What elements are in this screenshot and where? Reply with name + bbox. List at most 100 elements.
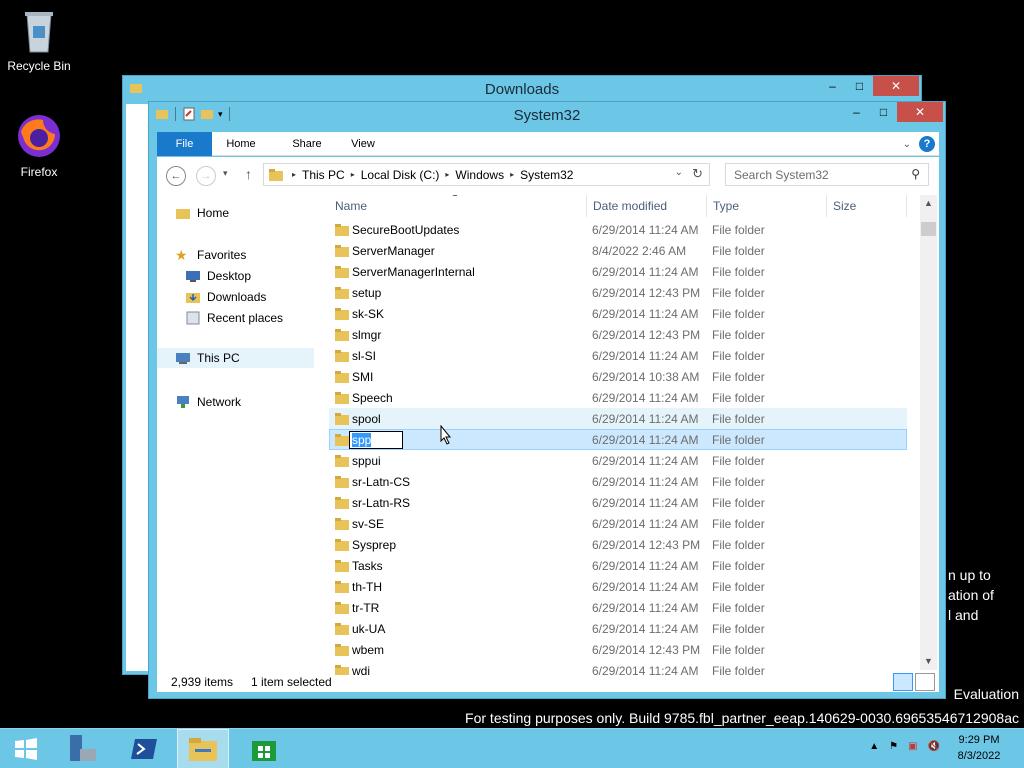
search-icon[interactable]: ⚲ xyxy=(911,167,920,181)
network-status-icon[interactable]: ▣ xyxy=(908,741,917,752)
volume-muted-icon[interactable]: 🔇 xyxy=(928,741,940,752)
tab-view[interactable]: View xyxy=(341,132,385,156)
file-row[interactable]: SecureBootUpdates 6/29/2014 11:24 AM File … xyxy=(329,219,907,240)
file-row[interactable]: Tasks 6/29/2014 11:24 AM File folder xyxy=(329,555,907,576)
server-manager-icon xyxy=(70,735,96,761)
file-explorer-taskbar-button[interactable] xyxy=(177,729,229,768)
forward-arrow-icon[interactable]: → xyxy=(196,166,216,186)
file-row[interactable]: tr-TR 6/29/2014 11:24 AM File folder xyxy=(329,597,907,618)
downloads-folder-icon xyxy=(186,293,200,303)
chevron-right-icon[interactable]: ▸ xyxy=(292,170,296,179)
breadcrumb-system32[interactable]: System32 xyxy=(520,168,573,182)
file-row[interactable]: sr-Latn-CS 6/29/2014 11:24 AM File folder xyxy=(329,471,907,492)
maximize-button[interactable]: □ xyxy=(870,102,897,122)
action-center-flag-icon[interactable]: ⚑ xyxy=(889,741,898,752)
breadcrumb-local-disk[interactable]: Local Disk (C:) xyxy=(361,168,440,182)
file-row[interactable]: sppui 6/29/2014 11:24 AM File folder xyxy=(329,450,907,471)
watermark-line: n up to xyxy=(948,567,991,583)
server-manager-taskbar-button[interactable] xyxy=(60,729,104,768)
file-type: File folder xyxy=(712,285,765,300)
vertical-scrollbar[interactable]: ▲ ▼ xyxy=(920,195,937,670)
nav-item-this-pc[interactable]: This PC xyxy=(157,348,314,368)
store-taskbar-button[interactable] xyxy=(240,729,288,768)
powershell-taskbar-button[interactable] xyxy=(120,729,168,768)
column-header-name[interactable]: ▲ Name xyxy=(329,195,587,217)
watermark-side-text: n up to ation of l and xyxy=(948,565,994,625)
search-input[interactable]: Search System32 ⚲ xyxy=(725,163,929,186)
tab-file[interactable]: File xyxy=(157,132,212,156)
show-hidden-icons-icon[interactable]: ▲ xyxy=(869,741,879,752)
file-row[interactable]: Sysprep 6/29/2014 12:43 PM File folder xyxy=(329,534,907,555)
file-row[interactable]: Speech 6/29/2014 11:24 AM File folder xyxy=(329,387,907,408)
system32-window[interactable]: ▾ System32 – □ ✕ File Home Share View ⌄ … xyxy=(148,101,946,699)
scroll-up-icon[interactable]: ▲ xyxy=(920,195,937,212)
file-row[interactable]: ServerManagerInternal 6/29/2014 11:24 AM F… xyxy=(329,261,907,282)
recent-locations-dropdown-icon[interactable]: ▾ xyxy=(223,168,228,179)
firefox-desktop-icon[interactable]: Firefox xyxy=(1,112,77,179)
tab-share[interactable]: Share xyxy=(283,132,331,156)
column-label: Size xyxy=(833,199,857,213)
address-bar[interactable]: ▸ This PC ▸ Local Disk (C:) ▸ Windows ▸ … xyxy=(263,163,710,186)
address-dropdown-icon[interactable]: ⌄ xyxy=(675,167,683,178)
file-row[interactable]: spp 6/29/2014 11:24 AM File folder xyxy=(329,429,907,450)
downloads-titlebar[interactable]: Downloads – □ ✕ xyxy=(123,76,921,104)
nav-item-network[interactable]: Network xyxy=(175,392,241,412)
recycle-bin-desktop-icon[interactable]: Recycle Bin xyxy=(1,6,77,73)
nav-item-desktop[interactable]: Desktop xyxy=(185,266,251,286)
file-date: 6/29/2014 11:24 AM xyxy=(592,516,699,531)
column-header-type[interactable]: Type xyxy=(707,195,827,217)
nav-item-recent-places[interactable]: Recent places xyxy=(185,308,283,328)
help-icon[interactable]: ? xyxy=(919,136,935,152)
file-name: uk-UA xyxy=(352,621,386,636)
file-date: 6/29/2014 12:43 PM xyxy=(592,537,701,552)
file-row[interactable]: sv-SE 6/29/2014 11:24 AM File folder xyxy=(329,513,907,534)
chevron-right-icon[interactable]: ▸ xyxy=(510,170,514,179)
up-arrow-icon[interactable]: ↑ xyxy=(245,166,252,182)
refresh-icon[interactable]: ↻ xyxy=(692,166,703,182)
minimize-button[interactable]: – xyxy=(819,76,846,96)
file-row[interactable]: slmgr 6/29/2014 12:43 PM File folder xyxy=(329,324,907,345)
file-row[interactable]: setup 6/29/2014 12:43 PM File folder xyxy=(329,282,907,303)
file-name: sv-SE xyxy=(352,516,385,531)
file-row[interactable]: SMI 6/29/2014 10:38 AM File folder xyxy=(329,366,907,387)
chevron-right-icon[interactable]: ▸ xyxy=(351,170,355,179)
breadcrumb-this-pc[interactable]: This PC xyxy=(302,168,345,182)
minimize-button[interactable]: – xyxy=(843,102,870,122)
scroll-down-icon[interactable]: ▼ xyxy=(920,653,937,670)
breadcrumb-windows[interactable]: Windows xyxy=(455,168,504,182)
navigation-bar: ← → ▾ ↑ ▸ This PC ▸ Local Disk (C:) ▸ Wi… xyxy=(157,157,939,195)
system-clock[interactable]: 9:29 PM 8/3/2022 xyxy=(944,732,1014,764)
back-arrow-icon[interactable]: ← xyxy=(166,166,186,186)
nav-item-downloads[interactable]: Downloads xyxy=(185,287,266,307)
details-view-icon[interactable] xyxy=(893,673,913,691)
folder-icon xyxy=(335,266,349,278)
file-type: File folder xyxy=(712,327,765,342)
file-row[interactable]: sk-SK 6/29/2014 11:24 AM File folder xyxy=(329,303,907,324)
nav-item-home[interactable]: Home xyxy=(175,203,229,223)
start-button[interactable] xyxy=(0,729,52,768)
mouse-cursor-icon xyxy=(440,425,452,445)
file-row[interactable]: sl-SI 6/29/2014 11:24 AM File folder xyxy=(329,345,907,366)
rename-input[interactable]: spp xyxy=(349,431,403,449)
file-row[interactable]: ServerManager 8/4/2022 2:46 AM File folder xyxy=(329,240,907,261)
windows-logo-icon xyxy=(15,738,37,760)
close-button[interactable]: ✕ xyxy=(897,102,943,122)
file-row[interactable]: spool 6/29/2014 11:24 AM File folder xyxy=(329,408,907,429)
file-row[interactable]: th-TH 6/29/2014 11:24 AM File folder xyxy=(329,576,907,597)
column-header-size[interactable]: Size xyxy=(827,195,907,217)
file-row[interactable]: uk-UA 6/29/2014 11:24 AM File folder xyxy=(329,618,907,639)
large-icons-view-icon[interactable] xyxy=(915,673,935,691)
tab-home[interactable]: Home xyxy=(219,132,263,156)
file-type: File folder xyxy=(712,642,765,657)
maximize-button[interactable]: □ xyxy=(846,76,873,96)
system32-titlebar[interactable]: ▾ System32 – □ ✕ xyxy=(149,102,945,130)
chevron-right-icon[interactable]: ▸ xyxy=(445,170,449,179)
close-button[interactable]: ✕ xyxy=(873,76,919,96)
file-row[interactable]: sr-Latn-RS 6/29/2014 11:24 AM File folder xyxy=(329,492,907,513)
file-type: File folder xyxy=(712,600,765,615)
scrollbar-thumb[interactable] xyxy=(921,222,936,236)
expand-ribbon-icon[interactable]: ⌄ xyxy=(903,139,911,150)
column-header-date[interactable]: Date modified xyxy=(587,195,707,217)
nav-item-favorites[interactable]: ★ Favorites xyxy=(175,245,246,265)
file-row[interactable]: wbem 6/29/2014 12:43 PM File folder xyxy=(329,639,907,660)
